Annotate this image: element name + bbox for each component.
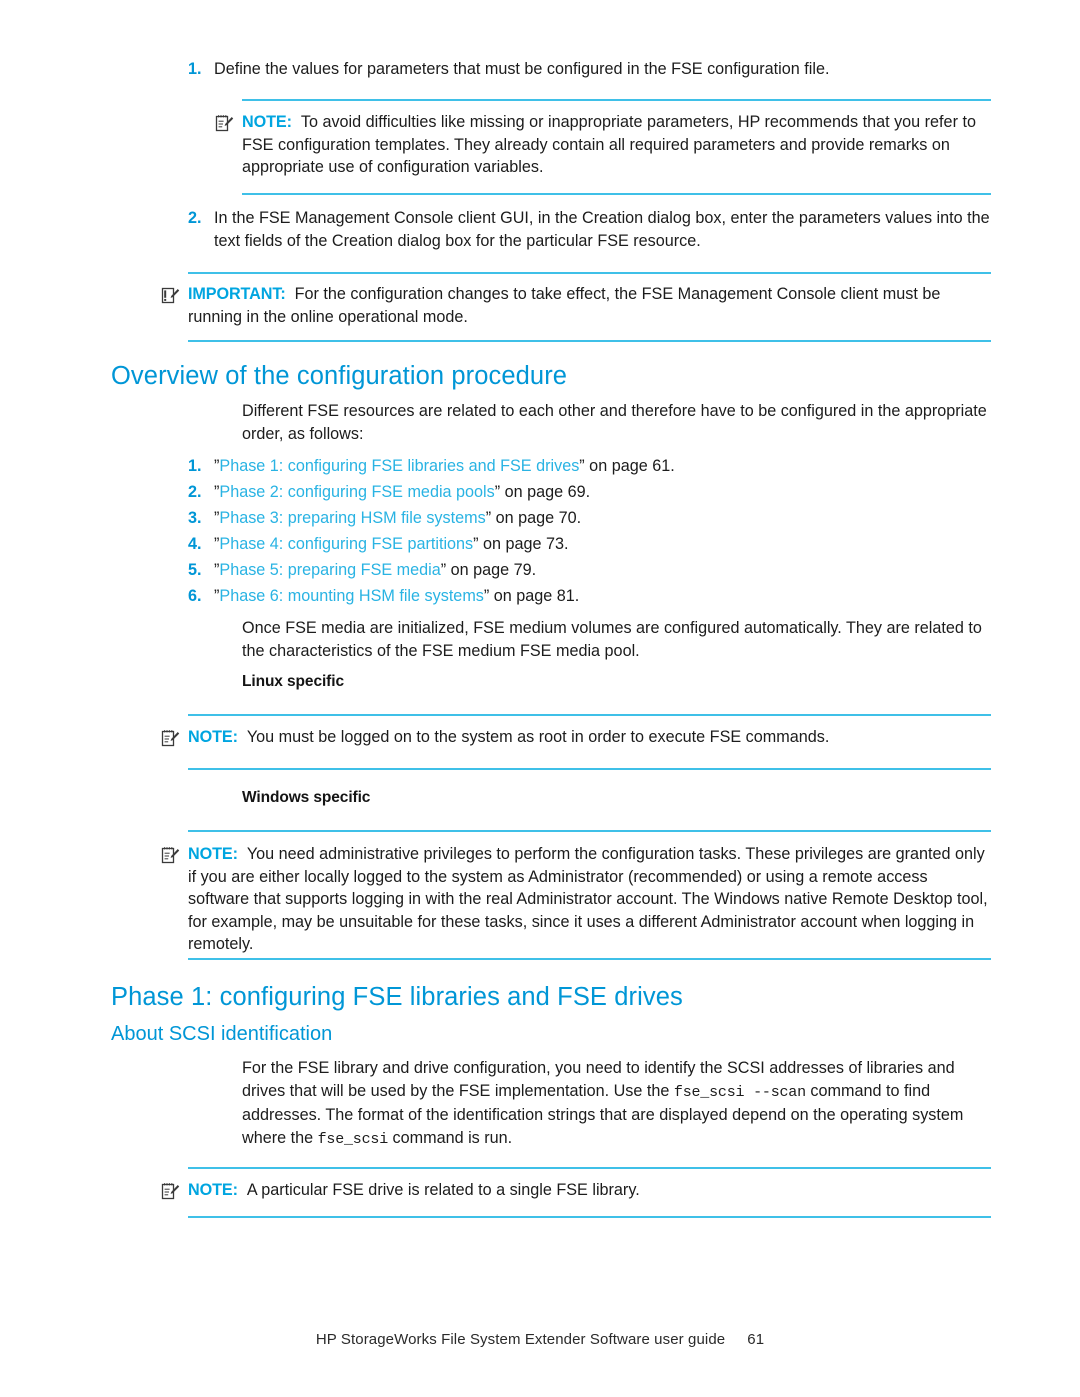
admonition-rule-top	[242, 99, 991, 101]
note-text: To avoid difficulties like missing or in…	[242, 113, 976, 176]
important-online-operational-mode: IMPORTANT: For the configuration changes …	[160, 283, 991, 328]
step-text: Define the values for parameters that mu…	[214, 60, 830, 78]
command-fse-scsi-scan: fse_scsi --scan	[673, 1083, 806, 1101]
note-body: NOTE: To avoid difficulties like missing …	[242, 111, 991, 179]
phase-link-item-4[interactable]: 4. ”Phase 4: configuring FSE partitions”…	[188, 531, 991, 557]
step-number: 2.	[188, 209, 202, 227]
page-number: 61	[747, 1331, 765, 1348]
note-text: You need administrative privileges to pe…	[188, 845, 988, 953]
phase-link-tail: on page 61.	[584, 457, 675, 475]
note-body: NOTE: A particular FSE drive is related t…	[188, 1179, 640, 1202]
note-pad-pen-icon	[160, 1179, 188, 1207]
phase-link-4[interactable]: Phase 4: configuring FSE partitions	[219, 535, 473, 553]
admonition-rule-bottom	[242, 193, 991, 195]
note-windows-admin: NOTE: You need administrative privileges …	[160, 843, 991, 956]
important-pad-pen-icon	[160, 283, 188, 311]
phase-link-item-5[interactable]: 5. ”Phase 5: preparing FSE media” on pag…	[188, 557, 991, 583]
admonition-rule-bottom	[188, 340, 991, 342]
command-fse-scsi: fse_scsi	[317, 1130, 389, 1148]
step-number: 1.	[188, 60, 202, 78]
phase-link-line: ”Phase 4: configuring FSE partitions” on…	[214, 531, 569, 557]
list-number: 3.	[188, 509, 202, 527]
list-number: 1.	[188, 457, 202, 475]
admonition-rule-top	[188, 1167, 991, 1169]
note-pad-pen-icon	[214, 111, 242, 139]
phase-link-line: ”Phase 5: preparing FSE media” on page 7…	[214, 557, 536, 583]
scsi-identification-paragraph: For the FSE library and drive configurat…	[242, 1057, 991, 1151]
admonition-rule-top	[188, 714, 991, 716]
list-number: 5.	[188, 561, 202, 579]
note-drive-library: NOTE: A particular FSE drive is related t…	[160, 1179, 991, 1207]
subheading-about-scsi-identification: About SCSI identification	[111, 1023, 333, 1045]
phase-link-line: ”Phase 6: mounting HSM file systems” on …	[214, 583, 579, 609]
note-configuration-templates: NOTE: To avoid difficulties like missing …	[214, 111, 991, 179]
important-text: For the configuration changes to take ef…	[188, 285, 941, 326]
admonition-rule-bottom	[188, 768, 991, 770]
list-number: 4.	[188, 535, 202, 553]
note-text: A particular FSE drive is related to a s…	[246, 1181, 640, 1199]
admonition-rule-bottom	[188, 1216, 991, 1218]
step-text: In the FSE Management Console client GUI…	[214, 209, 990, 250]
page-heading-overview: Overview of the configuration procedure	[111, 362, 568, 390]
note-label: NOTE:	[188, 1181, 238, 1199]
phase-link-2[interactable]: Phase 2: configuring FSE media pools	[219, 483, 494, 501]
note-linux-root: NOTE: You must be logged on to the system…	[160, 726, 991, 754]
phase-link-item-2[interactable]: 2. ”Phase 2: configuring FSE media pools…	[188, 479, 991, 505]
phase-link-tail: on page 70.	[491, 509, 582, 527]
phase-link-5[interactable]: Phase 5: preparing FSE media	[219, 561, 440, 579]
list-number: 6.	[188, 587, 202, 605]
windows-specific-heading: Windows specific	[242, 789, 371, 806]
document-page: 1. Define the values for parameters that…	[0, 0, 1080, 1397]
phase-link-tail: on page 73.	[478, 535, 569, 553]
note-label: NOTE:	[188, 728, 238, 746]
phase-link-tail: on page 81.	[489, 587, 580, 605]
phase-link-3[interactable]: Phase 3: preparing HSM file systems	[219, 509, 485, 527]
admonition-rule-top	[188, 272, 991, 274]
page-heading-phase1: Phase 1: configuring FSE libraries and F…	[111, 983, 683, 1011]
important-label: IMPORTANT:	[188, 285, 286, 303]
overview-intro-paragraph: Different FSE resources are related to e…	[242, 402, 987, 443]
phase-link-6[interactable]: Phase 6: mounting HSM file systems	[219, 587, 484, 605]
phase-link-tail: on page 79.	[446, 561, 537, 579]
note-label: NOTE:	[188, 845, 238, 863]
important-body: IMPORTANT: For the configuration changes …	[188, 283, 991, 328]
phase-link-item-1[interactable]: 1. ”Phase 1: configuring FSE libraries a…	[188, 453, 991, 479]
admonition-rule-bottom	[188, 958, 991, 960]
page-footer: HP StorageWorks File System Extender Sof…	[0, 1331, 1080, 1348]
note-text: You must be logged on to the system as r…	[246, 728, 830, 746]
phase-link-item-3[interactable]: 3. ”Phase 3: preparing HSM file systems”…	[188, 505, 991, 531]
note-body: NOTE: You must be logged on to the system…	[188, 726, 829, 749]
note-body: NOTE: You need administrative privileges …	[188, 843, 991, 956]
phase-link-item-6[interactable]: 6. ”Phase 6: mounting HSM file systems” …	[188, 583, 991, 609]
procedure-step-2: 2. In the FSE Management Console client …	[188, 207, 991, 252]
scsi-text-part-3: command is run.	[388, 1128, 513, 1147]
procedure-step-1: 1. Define the values for parameters that…	[188, 58, 991, 81]
phase-link-line: ”Phase 3: preparing HSM file systems” on…	[214, 505, 581, 531]
phase-link-tail: on page 69.	[500, 483, 591, 501]
note-label: NOTE:	[242, 113, 292, 131]
linux-specific-heading: Linux specific	[242, 673, 344, 690]
overview-closing-paragraph: Once FSE media are initialized, FSE medi…	[242, 619, 982, 660]
note-pad-pen-icon	[160, 726, 188, 754]
list-number: 2.	[188, 483, 202, 501]
footer-title: HP StorageWorks File System Extender Sof…	[315, 1331, 726, 1348]
admonition-rule-top	[188, 830, 991, 832]
phase-link-line: ”Phase 2: configuring FSE media pools” o…	[214, 479, 590, 505]
phase-link-line: ”Phase 1: configuring FSE libraries and …	[214, 453, 675, 479]
note-pad-pen-icon	[160, 843, 188, 871]
phase-link-1[interactable]: Phase 1: configuring FSE libraries and F…	[219, 457, 579, 475]
